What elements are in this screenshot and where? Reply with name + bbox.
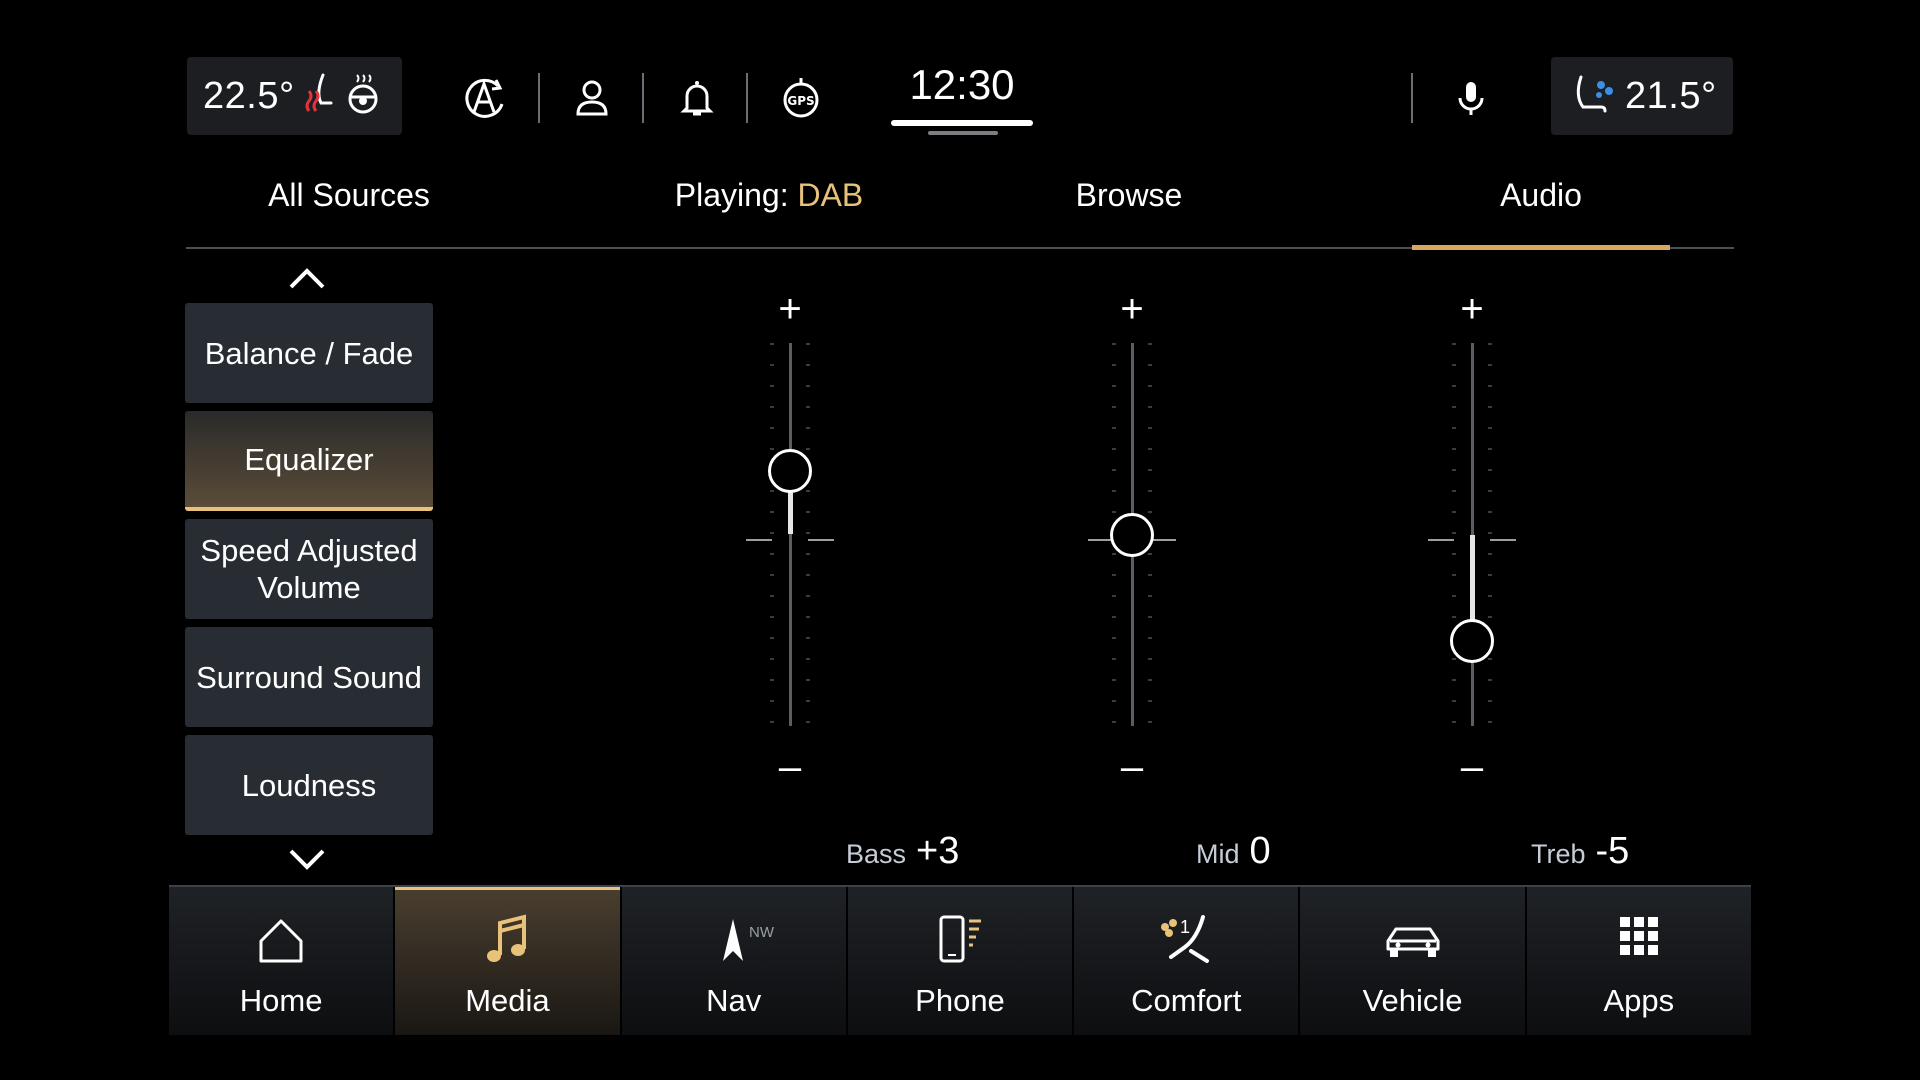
slider-track[interactable] <box>789 343 792 726</box>
treble-slider[interactable]: + – <box>1412 281 1532 811</box>
heated-steering-wheel-icon[interactable] <box>343 71 383 122</box>
nav-label: Vehicle <box>1362 983 1463 1018</box>
status-divider <box>642 73 644 123</box>
bass-minus-button[interactable]: – <box>730 747 850 787</box>
tab-label: Audio <box>1500 177 1582 213</box>
comfort-zone-number: 1 <box>1180 917 1190 937</box>
music-note-icon <box>472 911 542 971</box>
slider-knob[interactable] <box>1450 618 1494 663</box>
svg-text:GPS: GPS <box>787 94 814 108</box>
driver-temperature: 22.5° <box>203 74 295 117</box>
clock-underline <box>891 120 1033 126</box>
slider-zero-mark <box>1428 539 1454 541</box>
heated-seat-icon[interactable] <box>301 71 341 122</box>
nav-media[interactable]: Media <box>393 887 620 1035</box>
mid-minus-button[interactable]: – <box>1072 747 1192 787</box>
band-value: -5 <box>1595 830 1630 872</box>
treble-value-label: Treb -5 <box>1531 830 1629 873</box>
mid-slider[interactable]: + – <box>1072 281 1192 811</box>
navigation-arrow-icon: NW <box>699 911 775 971</box>
treble-minus-button[interactable]: – <box>1412 747 1532 787</box>
car-icon <box>1378 911 1448 971</box>
nav-phone[interactable]: Phone <box>845 887 1073 1035</box>
home-icon <box>246 911 316 971</box>
slider-knob[interactable] <box>1110 512 1154 557</box>
band-name: Mid <box>1196 839 1240 869</box>
slider-zero-mark <box>1490 539 1516 541</box>
slider-zero-mark <box>808 539 834 541</box>
menu-item-label: Equalizer <box>244 441 374 477</box>
slider-ticks <box>770 343 774 726</box>
clock[interactable]: 12:30 <box>889 61 1035 109</box>
slider-ticks <box>1488 343 1492 726</box>
slider-ticks <box>806 343 810 726</box>
band-value: +3 <box>916 830 960 872</box>
nav-comfort[interactable]: 1 Comfort <box>1072 887 1299 1035</box>
microphone-icon[interactable] <box>1445 72 1497 124</box>
menu-item-label: Speed Adjusted Volume <box>200 533 418 605</box>
tab-label: Playing: <box>674 177 798 213</box>
band-value: 0 <box>1249 830 1271 872</box>
menu-item-label: Surround Sound <box>196 659 422 695</box>
band-name: Treb <box>1531 839 1586 869</box>
auto-start-stop-icon[interactable] <box>458 72 510 124</box>
menu-item-label: Loudness <box>241 767 377 803</box>
passenger-climate-pill[interactable]: 21.5° <box>1551 57 1733 135</box>
infotainment-screen: 22.5° GPS 12:30 21.5° All Sources Playin… <box>169 45 1751 1035</box>
bass-value-label: Bass +3 <box>846 830 959 873</box>
seat-fan-icon: 1 <box>1151 911 1221 971</box>
slider-zero-mark <box>746 539 772 541</box>
bottom-nav: Home Media NW Nav Phone 1 Comfort Vehicl… <box>169 887 1751 1035</box>
playing-source: DAB <box>797 177 864 213</box>
tab-label: Browse <box>1075 177 1183 213</box>
gps-icon[interactable]: GPS <box>775 72 827 124</box>
menu-item-equalizer[interactable]: Equalizer <box>185 411 433 511</box>
mid-plus-button[interactable]: + <box>1072 289 1192 329</box>
menu-item-label: Balance / Fade <box>204 335 414 371</box>
clock-page-indicator <box>928 131 998 135</box>
nav-vehicle[interactable]: Vehicle <box>1298 887 1525 1035</box>
bass-slider[interactable]: + – <box>730 281 850 811</box>
bass-plus-button[interactable]: + <box>730 289 850 329</box>
passenger-temperature: 21.5° <box>1625 74 1717 117</box>
tab-all-sources[interactable]: All Sources <box>219 177 479 214</box>
band-name: Bass <box>846 839 907 869</box>
tab-playing[interactable]: Playing: DAB <box>599 177 939 214</box>
nav-label: Apps <box>1603 983 1675 1018</box>
status-divider <box>538 73 540 123</box>
nav-home[interactable]: Home <box>169 887 394 1035</box>
mid-value-label: Mid 0 <box>1196 830 1271 873</box>
chevron-down-icon[interactable] <box>287 845 327 873</box>
tab-browse[interactable]: Browse <box>1029 177 1229 214</box>
slider-ticks <box>1452 343 1456 726</box>
nav-compass-label: NW <box>749 924 775 941</box>
driver-climate-pill[interactable]: 22.5° <box>187 57 402 135</box>
nav-nav[interactable]: NW Nav <box>619 887 846 1035</box>
status-divider <box>1411 73 1413 123</box>
nav-label: Phone <box>915 983 1005 1018</box>
menu-item-loudness[interactable]: Loudness <box>185 735 433 835</box>
ventilated-seat-icon[interactable] <box>1571 71 1617 122</box>
nav-label: Nav <box>706 983 762 1018</box>
status-divider <box>746 73 748 123</box>
profile-icon[interactable] <box>566 72 618 124</box>
phone-icon <box>925 911 995 971</box>
menu-item-surround-sound[interactable]: Surround Sound <box>185 627 433 727</box>
apps-grid-icon <box>1604 911 1674 971</box>
nav-label: Comfort <box>1131 983 1242 1018</box>
nav-label: Home <box>239 983 323 1018</box>
slider-knob[interactable] <box>768 448 812 493</box>
tab-active-indicator <box>1412 245 1670 250</box>
nav-apps[interactable]: Apps <box>1524 887 1751 1035</box>
tab-audio[interactable]: Audio <box>1412 177 1670 214</box>
menu-item-speed-adjusted-volume[interactable]: Speed Adjusted Volume <box>185 519 433 619</box>
tab-label: All Sources <box>268 177 430 213</box>
treble-plus-button[interactable]: + <box>1412 289 1532 329</box>
nav-label: Media <box>465 983 550 1018</box>
notification-bell-icon[interactable] <box>671 72 723 124</box>
slider-zero-mark <box>1150 539 1176 541</box>
menu-item-balance-fade[interactable]: Balance / Fade <box>185 303 433 403</box>
chevron-up-icon[interactable] <box>287 265 327 293</box>
